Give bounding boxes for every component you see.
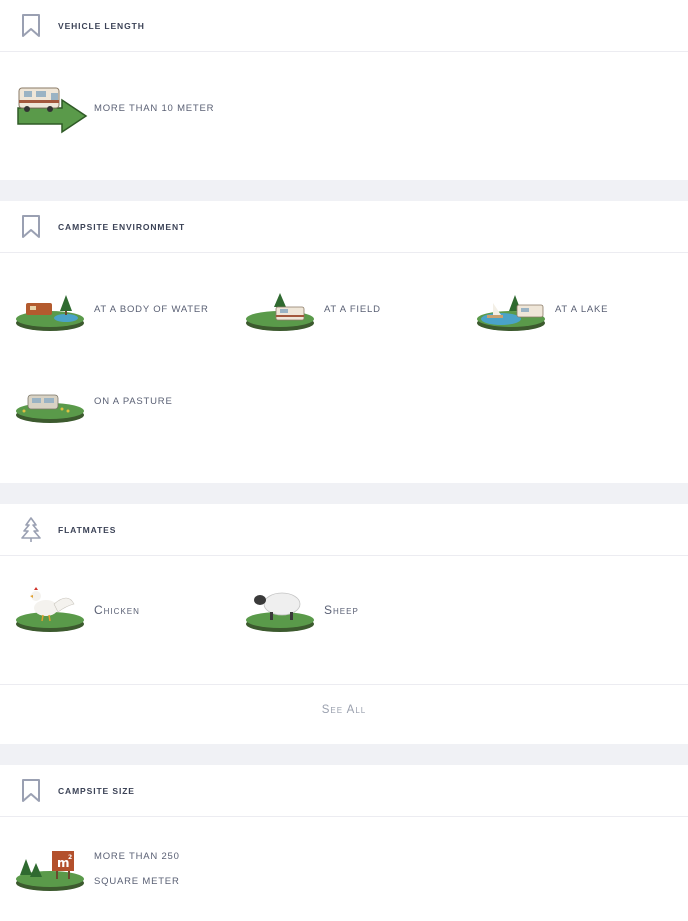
- section-title: Flatmates: [58, 524, 117, 535]
- environment-option-body-of-water[interactable]: At a body of water: [16, 283, 209, 335]
- campsite-environment-section: Campsite environment At a body of water: [0, 201, 688, 483]
- section-title: Vehicle length: [58, 20, 145, 31]
- lake-icon: [477, 283, 549, 335]
- section-separator: [0, 483, 688, 504]
- option-label: At a body of water: [94, 303, 209, 315]
- camper-arrow-icon: [16, 82, 88, 134]
- option-label: At a lake: [555, 303, 609, 315]
- environment-option-pasture[interactable]: On a pasture: [16, 375, 173, 427]
- section-separator: [0, 744, 688, 765]
- option-label: Chicken: [94, 602, 140, 617]
- flatmates-section: Flatmates Chicken: [0, 504, 688, 744]
- environment-option-lake[interactable]: At a lake: [477, 283, 608, 335]
- body-of-water-icon: [16, 283, 88, 335]
- flatmates-header: Flatmates: [0, 504, 688, 556]
- campsite-environment-header: Campsite environment: [0, 201, 688, 253]
- campsite-size-header: Campsite size: [0, 765, 688, 817]
- option-label: On a pasture: [94, 395, 173, 407]
- option-label: More than 10 meter: [94, 102, 215, 114]
- vehicle-length-option[interactable]: More than 10 meter: [16, 82, 214, 134]
- section-separator: [0, 180, 688, 201]
- section-title: Campsite environment: [58, 221, 186, 232]
- environment-option-field[interactable]: At a field: [246, 283, 381, 335]
- field-icon: [246, 283, 318, 335]
- option-label: Sheep: [324, 602, 359, 617]
- bookmark-icon: [20, 778, 42, 803]
- option-label-line1: More than 250: [94, 851, 180, 862]
- tree-icon: [20, 516, 42, 542]
- see-all-link[interactable]: See All: [322, 704, 366, 716]
- chicken-icon: [16, 584, 88, 636]
- option-label-line2: square meter: [94, 876, 180, 887]
- section-title: Campsite size: [58, 785, 135, 796]
- vehicle-length-header: Vehicle length: [0, 0, 688, 52]
- flatmate-option-sheep[interactable]: Sheep: [246, 584, 359, 636]
- sheep-icon: [246, 584, 318, 636]
- square-meter-icon: m 2: [16, 843, 88, 895]
- bookmark-icon: [20, 214, 42, 239]
- option-label: At a field: [324, 303, 381, 315]
- see-all-row: See All: [0, 684, 688, 734]
- campsite-size-option[interactable]: m 2 More than 250 square meter: [16, 843, 180, 895]
- vehicle-length-section: Vehicle length More than 10 meter: [0, 0, 688, 180]
- svg-text:2: 2: [68, 854, 72, 861]
- campsite-size-section: Campsite size m 2 More than 250 squar: [0, 765, 688, 921]
- flatmate-option-chicken[interactable]: Chicken: [16, 584, 140, 636]
- pasture-icon: [16, 375, 88, 427]
- bookmark-icon: [20, 13, 42, 38]
